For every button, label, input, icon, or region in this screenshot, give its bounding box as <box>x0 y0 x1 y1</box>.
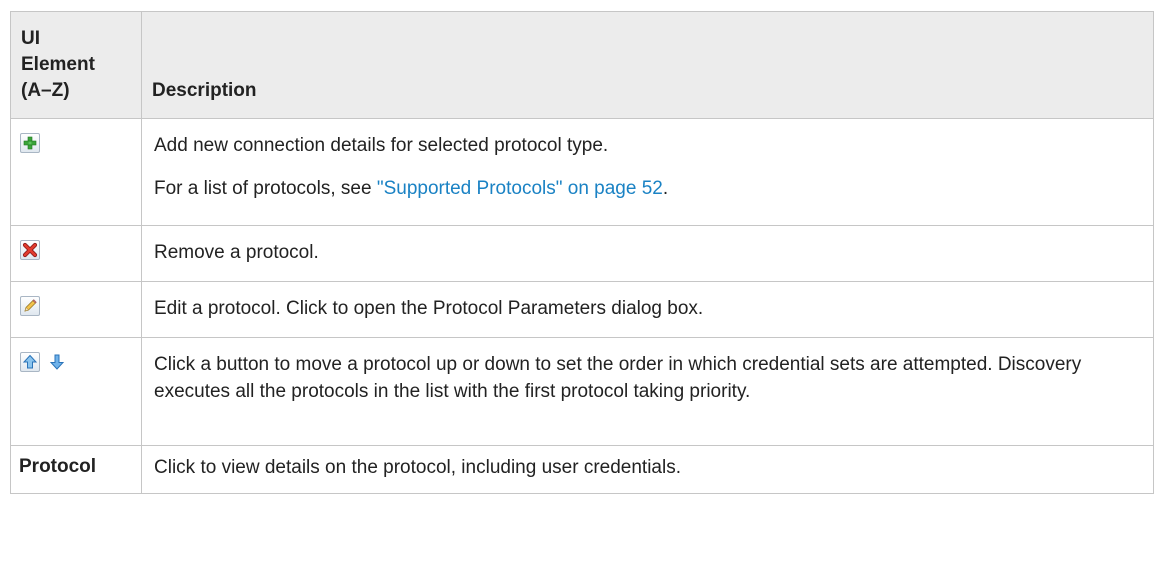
table-row-add: Add new connection details for selected … <box>10 118 1154 226</box>
ui-element-label: Protocol <box>10 445 142 494</box>
table-row-move: Click a button to move a protocol up or … <box>10 337 1154 446</box>
description-cell: Add new connection details for selected … <box>141 118 1154 226</box>
description-text: Remove a protocol. <box>154 242 319 263</box>
remove-icon[interactable] <box>20 240 40 260</box>
edit-pencil-icon[interactable] <box>20 296 40 316</box>
move-up-icon[interactable] <box>20 352 40 372</box>
table-row-protocol: Protocol Click to view details on the pr… <box>10 445 1154 494</box>
description-text: Click to view details on the protocol, i… <box>154 457 681 478</box>
table-row-edit: Edit a protocol. Click to open the Proto… <box>10 281 1154 338</box>
description-cell: Remove a protocol. <box>141 225 1154 282</box>
ui-element-cell <box>10 118 142 226</box>
description-cell: Click a button to move a protocol up or … <box>141 337 1154 446</box>
ui-element-cell <box>10 225 142 282</box>
ui-element-cell <box>10 337 142 446</box>
table-header-row: UI Element (A–Z) Description <box>10 11 1154 119</box>
description-cell: Click to view details on the protocol, i… <box>141 445 1154 494</box>
header-ui-line1: UI <box>21 28 40 49</box>
header-ui-line2: Element <box>21 54 95 75</box>
header-description: Description <box>141 11 1154 119</box>
description-text: Add new connection details for selected … <box>154 135 609 156</box>
description-text: Click a button to move a protocol up or … <box>154 354 1082 402</box>
supported-protocols-link[interactable]: "Supported Protocols" on page 52 <box>377 178 663 199</box>
ui-elements-table: UI Element (A–Z) Description Add new con… <box>10 11 1154 494</box>
header-ui-line3: (A–Z) <box>21 80 70 101</box>
see-also-prefix: For a list of protocols, see <box>154 178 377 199</box>
table-row-remove: Remove a protocol. <box>10 225 1154 282</box>
description-text-see-also: For a list of protocols, see "Supported … <box>154 175 1141 202</box>
ui-element-cell <box>10 281 142 338</box>
see-also-suffix: . <box>662 178 669 199</box>
description-cell: Edit a protocol. Click to open the Proto… <box>141 281 1154 338</box>
add-icon[interactable] <box>20 133 40 153</box>
description-text: Edit a protocol. Click to open the Proto… <box>154 298 704 319</box>
move-down-icon[interactable] <box>47 352 67 372</box>
header-ui-element: UI Element (A–Z) <box>10 11 142 119</box>
